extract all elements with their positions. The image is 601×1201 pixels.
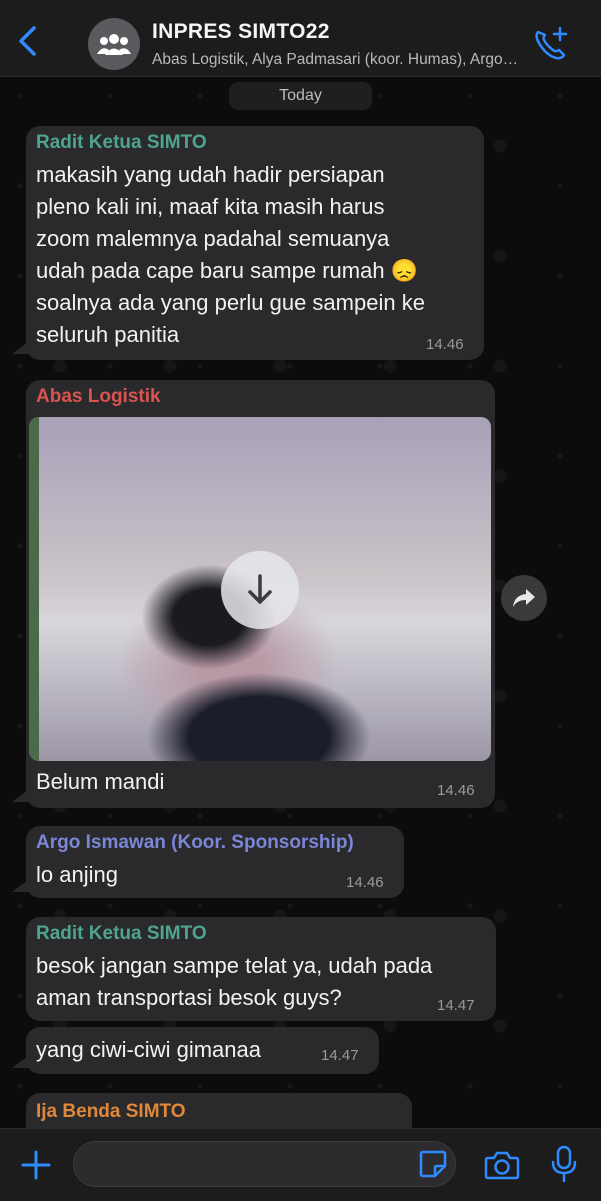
download-arrow-icon	[248, 574, 272, 604]
chat-header: INPRES SIMTO22 Abas Logistik, Alya Padma…	[0, 0, 601, 77]
message-line: aman transportasi besok guys?	[36, 985, 342, 1010]
bubble-tail	[12, 1056, 28, 1068]
plus-icon	[21, 1150, 51, 1180]
message-text: yang ciwi-ciwi gimanaa	[36, 1037, 261, 1062]
forward-icon	[513, 589, 535, 607]
group-avatar[interactable]	[88, 18, 140, 70]
message-bubble[interactable]: Argo Ismawan (Koor. Sponsorship) lo anji…	[26, 826, 404, 898]
sender-name[interactable]: Radit Ketua SIMTO	[36, 132, 207, 154]
sender-name[interactable]: Radit Ketua SIMTO	[36, 923, 207, 945]
message-line: makasih yang udah hadir persiapan	[36, 162, 385, 187]
camera-icon	[484, 1151, 520, 1180]
microphone-icon	[551, 1145, 577, 1183]
message-line: soalnya ada yang perlu gue sampein ke	[36, 290, 425, 315]
phone-add-icon	[535, 26, 568, 60]
bubble-tail	[12, 342, 28, 354]
message-text: besok jangan sampe telat ya, udah pada a…	[36, 950, 432, 1014]
attach-button[interactable]	[18, 1147, 54, 1183]
message-line: udah pada cape baru sampe rumah 😞	[36, 258, 419, 283]
message-bubble[interactable]: Ija Benda SIMTO	[26, 1093, 412, 1133]
microphone-button[interactable]	[550, 1145, 578, 1183]
message-bubble[interactable]: yang ciwi-ciwi gimanaa 14.47	[26, 1027, 379, 1074]
message-bubble[interactable]: Radit Ketua SIMTO besok jangan sampe tel…	[26, 917, 496, 1021]
message-bubble[interactable]: Radit Ketua SIMTO makasih yang udah hadi…	[26, 126, 484, 360]
sender-name[interactable]: Ija Benda SIMTO	[36, 1101, 186, 1123]
forward-button[interactable]	[501, 575, 547, 621]
message-time: 14.47	[437, 997, 475, 1014]
message-text: lo anjing	[36, 862, 118, 887]
download-button[interactable]	[221, 551, 299, 629]
sender-name[interactable]: Abas Logistik	[36, 386, 161, 408]
camera-button[interactable]	[484, 1149, 520, 1181]
message-time: 14.47	[321, 1047, 359, 1064]
chat-participants[interactable]: Abas Logistik, Alya Padmasari (koor. Hum…	[152, 51, 522, 69]
bubble-tail	[12, 880, 28, 892]
bubble-tail	[12, 790, 28, 802]
sender-name[interactable]: Argo Ismawan (Koor. Sponsorship)	[36, 832, 354, 854]
chevron-left-icon	[19, 26, 36, 56]
group-icon	[97, 34, 131, 55]
add-call-button[interactable]	[532, 26, 570, 62]
message-line: pleno kali ini, maaf kita masih harus	[36, 194, 385, 219]
sticker-icon	[419, 1150, 447, 1178]
date-separator: Today	[229, 82, 372, 110]
chat-title[interactable]: INPRES SIMTO22	[152, 20, 330, 44]
message-line: besok jangan sampe telat ya, udah pada	[36, 953, 433, 978]
media-caption: Belum mandi	[36, 769, 165, 794]
sticker-button[interactable]	[418, 1149, 448, 1179]
message-text: makasih yang udah hadir persiapan pleno …	[36, 159, 425, 351]
message-line: zoom malemnya padahal semuanya	[36, 226, 390, 251]
message-time: 14.46	[426, 336, 464, 353]
message-input[interactable]	[73, 1141, 456, 1187]
back-button[interactable]	[14, 24, 42, 58]
message-time: 14.46	[437, 782, 475, 799]
message-line: seluruh panitia	[36, 322, 180, 347]
message-input-bar	[0, 1128, 601, 1201]
message-time: 14.46	[346, 874, 384, 891]
